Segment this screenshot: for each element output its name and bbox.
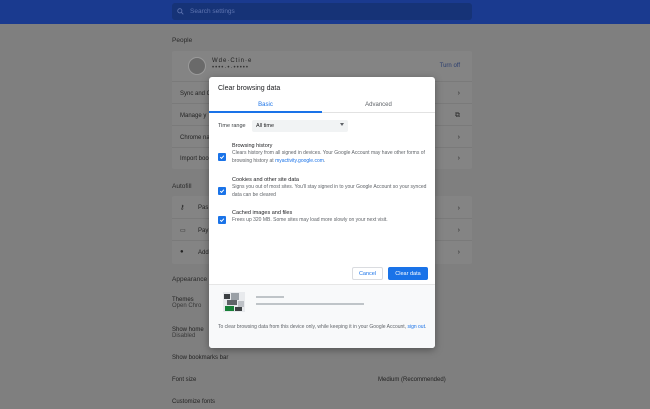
dialog-footer: To clear browsing data from this device …	[209, 284, 435, 348]
checkmark-icon	[219, 218, 225, 223]
row-label: Add	[198, 249, 209, 256]
profile-email: ••••·•·•••••	[212, 65, 250, 71]
search-settings-field[interactable]: Search settings	[172, 3, 472, 20]
chevron-down-icon	[340, 123, 344, 126]
option-title: Browsing history	[232, 143, 273, 149]
font-size-row[interactable]: Font size Medium (Recommended)	[172, 377, 472, 383]
account-image	[223, 292, 245, 312]
sign-out-link[interactable]: sign out	[407, 324, 425, 330]
row-label: Manage y	[180, 112, 207, 119]
active-tab-indicator	[209, 111, 322, 113]
font-size-select[interactable]: Medium (Recommended)	[378, 377, 446, 383]
checkmark-icon	[219, 155, 225, 160]
show-bookmarks-row[interactable]: Show bookmarks bar	[172, 355, 472, 361]
search-icon	[177, 8, 184, 15]
row-label: Chrome na	[180, 134, 210, 141]
description-end: .	[323, 157, 326, 164]
footer-text: To clear browsing data from this device …	[218, 323, 428, 331]
chevron-right-icon: ›	[457, 134, 460, 141]
time-range-label: Time range	[218, 123, 246, 129]
chevron-right-icon: ›	[457, 249, 460, 256]
row-label: Pay	[198, 227, 209, 234]
row-label: Sync and G	[180, 90, 212, 97]
myactivity-link[interactable]: myactivity.google.com	[275, 158, 324, 164]
cookies-checkbox[interactable]	[218, 187, 226, 195]
customize-fonts-row[interactable]: Customize fonts	[172, 399, 472, 405]
people-heading: People	[172, 37, 193, 44]
checkmark-icon	[219, 189, 225, 194]
footer-text-body: To clear browsing data from this device …	[218, 324, 408, 330]
tab-advanced[interactable]: Advanced	[322, 102, 435, 108]
appearance-heading: Appearance	[172, 276, 208, 283]
themes-sublabel: Open Chro	[172, 303, 202, 309]
option-title: Cached images and files	[232, 210, 293, 216]
profile-name: Wde·Ctin·e	[212, 58, 253, 64]
clear-data-button[interactable]: Clear data	[388, 267, 428, 280]
clear-browsing-data-dialog: Clear browsing data Basic Advanced Time …	[209, 77, 435, 348]
account-email-redacted	[256, 303, 364, 305]
font-size-label: Font size	[172, 377, 197, 383]
row-label: Pas	[198, 205, 209, 211]
option-title: Cookies and other site data	[232, 177, 299, 183]
option-description: Signs you out of most sites. You'll stay…	[232, 184, 427, 198]
chevron-right-icon: ›	[457, 90, 460, 97]
tab-basic[interactable]: Basic	[209, 102, 322, 108]
cached-images-checkbox[interactable]	[218, 216, 226, 224]
avatar	[188, 57, 206, 75]
time-range-value: All time	[256, 123, 275, 129]
browsing-history-checkbox[interactable]	[218, 153, 226, 161]
turn-off-sync-button[interactable]: Turn off	[440, 63, 460, 69]
footer-text-end: .	[424, 324, 427, 330]
dialog-title: Clear browsing data	[218, 85, 281, 92]
cancel-button[interactable]: Cancel	[352, 267, 383, 280]
external-link-icon: ⧉	[455, 111, 460, 119]
credit-card-icon: ▭	[180, 227, 186, 234]
option-description: Clears history from all signed in device…	[232, 150, 428, 165]
account-name-redacted	[256, 296, 284, 298]
location-pin-icon: ●	[180, 248, 184, 255]
chevron-right-icon: ›	[457, 155, 460, 162]
customize-fonts-label: Customize fonts	[172, 399, 216, 405]
search-placeholder: Search settings	[190, 8, 235, 15]
dialog-tabs: Basic Advanced	[209, 99, 435, 113]
show-home-sublabel: Disabled	[172, 333, 196, 339]
chevron-right-icon: ›	[457, 204, 460, 212]
key-icon: ⚷	[180, 205, 185, 211]
row-label: Import boo	[180, 155, 209, 162]
chevron-right-icon: ›	[457, 227, 460, 234]
autofill-heading: Autofill	[172, 183, 192, 190]
show-bookmarks-label: Show bookmarks bar	[172, 355, 229, 361]
description-text: Clears history from all signed in device…	[232, 150, 425, 164]
option-description: Frees up 320 MB. Some sites may load mor…	[232, 217, 388, 223]
settings-toolbar: Search settings	[0, 0, 650, 24]
time-range-select[interactable]: All time	[252, 120, 348, 132]
